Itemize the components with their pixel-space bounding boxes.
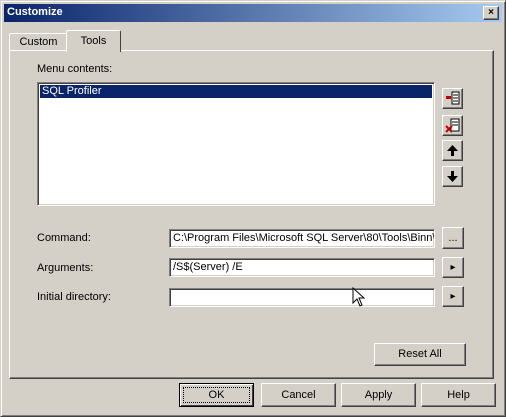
tab-tools[interactable]: Tools [66, 30, 121, 52]
apply-button[interactable]: Apply [341, 383, 416, 407]
command-field[interactable]: C:\Program Files\Microsoft SQL Server\80… [169, 229, 435, 248]
focus-ring [183, 387, 250, 403]
close-button[interactable]: × [483, 6, 499, 20]
move-down-button[interactable] [442, 166, 463, 187]
reset-all-button[interactable]: Reset All [374, 343, 466, 366]
move-up-button[interactable] [442, 140, 463, 161]
delete-item-button[interactable] [442, 115, 463, 136]
dialog-title: Customize [7, 6, 63, 18]
menu-contents-label: Menu contents: [37, 63, 113, 75]
ok-button[interactable]: OK [179, 383, 254, 407]
help-button[interactable]: Help [421, 383, 496, 407]
arrow-right-icon: ▸ [450, 262, 456, 273]
list-item[interactable]: SQL Profiler [40, 85, 432, 98]
title-bar[interactable]: Customize × [4, 4, 502, 22]
browse-command-button[interactable]: ... [442, 227, 464, 249]
mouse-cursor-icon [352, 287, 366, 307]
ellipsis-icon: ... [448, 232, 458, 244]
menu-contents-list[interactable]: SQL Profiler [37, 82, 435, 206]
new-item-icon [446, 91, 460, 105]
cancel-button[interactable]: Cancel [261, 383, 336, 407]
arguments-field[interactable]: /S$(Server) /E [169, 258, 435, 277]
arrow-right-icon: ▸ [450, 291, 456, 302]
command-label: Command: [37, 232, 91, 244]
initial-directory-menu-button[interactable]: ▸ [442, 286, 464, 307]
new-item-button[interactable] [442, 88, 463, 109]
initial-directory-field[interactable] [169, 288, 435, 307]
move-up-icon [447, 145, 458, 156]
arguments-menu-button[interactable]: ▸ [442, 257, 464, 278]
arguments-label: Arguments: [37, 262, 94, 274]
delete-item-icon [445, 118, 460, 133]
close-icon: × [488, 7, 494, 18]
initial-directory-label: Initial directory: [37, 291, 111, 303]
move-down-icon [447, 171, 458, 182]
tab-custom[interactable]: Custom [9, 33, 68, 51]
